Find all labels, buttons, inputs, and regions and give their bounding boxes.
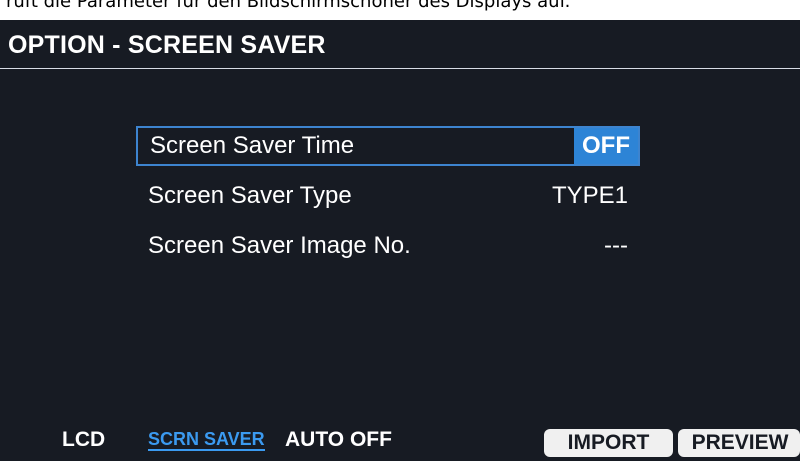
tab-screen-saver[interactable]: SCRN SAVER <box>148 425 265 453</box>
header-divider <box>0 68 800 69</box>
active-tab-underline <box>148 449 265 451</box>
tab-auto-off[interactable]: AUTO OFF <box>285 426 392 454</box>
parameter-row-screen-saver-type[interactable]: Screen Saver Type TYPE1 <box>136 178 640 218</box>
page-title: OPTION - SCREEN SAVER <box>8 31 326 59</box>
import-button[interactable]: IMPORT <box>544 429 673 457</box>
parameter-row-screen-saver-time[interactable]: Screen Saver Time OFF <box>136 126 640 166</box>
parameter-label: Screen Saver Image No. <box>148 232 411 259</box>
parameter-label: Screen Saver Type <box>148 182 352 209</box>
tab-screen-saver-label: SCRN SAVER <box>148 429 265 449</box>
parameter-value[interactable]: TYPE1 <box>552 176 628 216</box>
preview-button[interactable]: PREVIEW <box>678 429 800 457</box>
parameter-row-screen-saver-image-no[interactable]: Screen Saver Image No. --- <box>136 228 640 268</box>
screen-header: OPTION - SCREEN SAVER <box>0 20 800 69</box>
tab-lcd[interactable]: LCD <box>62 426 105 454</box>
parameter-label: Screen Saver Time <box>150 132 355 159</box>
parameter-value[interactable]: --- <box>564 226 628 266</box>
page: ruft die Parameter für den Bildschirmsch… <box>0 0 800 461</box>
instruction-caption: ruft die Parameter für den Bildschirmsch… <box>6 0 571 12</box>
parameter-value[interactable]: OFF <box>574 128 638 164</box>
bottom-function-bar: LCD SCRN SAVER AUTO OFF IMPORT PREVIEW <box>0 419 800 461</box>
option-screen: OPTION - SCREEN SAVER Screen Saver Time … <box>0 20 800 461</box>
parameter-list: Screen Saver Time OFF Screen Saver Type … <box>136 126 640 286</box>
